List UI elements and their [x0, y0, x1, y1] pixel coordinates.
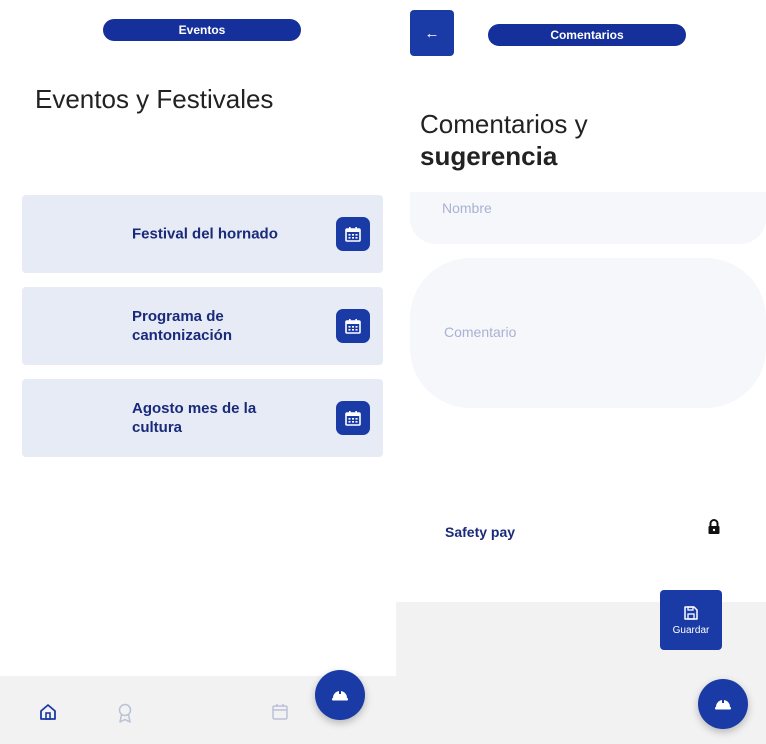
event-card-agosto-cultura[interactable]: Agosto mes de la cultura [22, 379, 383, 457]
fab-button[interactable] [698, 679, 748, 729]
name-placeholder: Nombre [442, 200, 492, 216]
comments-screen: ← Comentarios Comentarios y sugerencia N… [396, 0, 766, 744]
fab-button[interactable] [315, 670, 365, 720]
event-card-festival-hornado[interactable]: Festival del hornado [22, 195, 383, 273]
save-label: Guardar [672, 624, 710, 636]
safety-pay-label: Safety pay [445, 524, 516, 540]
comment-field[interactable]: Comentario [410, 258, 766, 408]
page-title-line1: Comentarios y [420, 109, 588, 139]
calendar-button[interactable] [336, 401, 370, 435]
calendar-icon [272, 704, 288, 720]
nav-calendar[interactable] [270, 702, 290, 727]
nav-home[interactable] [38, 702, 58, 727]
calendar-button[interactable] [336, 217, 370, 251]
helmet-icon [332, 689, 348, 701]
event-label: Programa de cantonización [132, 308, 233, 344]
nav-awards[interactable] [115, 702, 135, 729]
events-screen: Eventos Eventos y Festivales Festival de… [0, 0, 396, 744]
save-icon [684, 605, 698, 620]
save-button[interactable]: Guardar [660, 590, 722, 650]
lock-icon [707, 519, 721, 540]
event-label: Agosto mes de la cultura [132, 400, 257, 436]
calendar-icon [345, 319, 361, 334]
name-field[interactable]: Nombre [410, 192, 766, 244]
header-title-pill: Eventos [103, 19, 301, 41]
arrow-left-icon: ← [424, 24, 440, 42]
helmet-icon [715, 698, 731, 710]
home-icon [40, 704, 56, 720]
calendar-icon [345, 227, 361, 242]
header-title-pill: Comentarios [488, 24, 686, 46]
award-icon [118, 703, 132, 723]
page-title: Comentarios y sugerencia [420, 108, 588, 172]
safety-pay-row[interactable]: Safety pay [396, 502, 766, 562]
page-title-line2: sugerencia [420, 141, 558, 171]
header-title: Comentarios [550, 28, 624, 42]
back-button[interactable]: ← [410, 10, 454, 56]
calendar-icon [345, 411, 361, 426]
comment-placeholder: Comentario [444, 324, 517, 340]
event-card-cantonizacion[interactable]: Programa de cantonización [22, 287, 383, 365]
header-title: Eventos [178, 23, 226, 37]
event-label: Festival del hornado [132, 225, 278, 243]
calendar-button[interactable] [336, 309, 370, 343]
page-title: Eventos y Festivales [35, 84, 274, 114]
